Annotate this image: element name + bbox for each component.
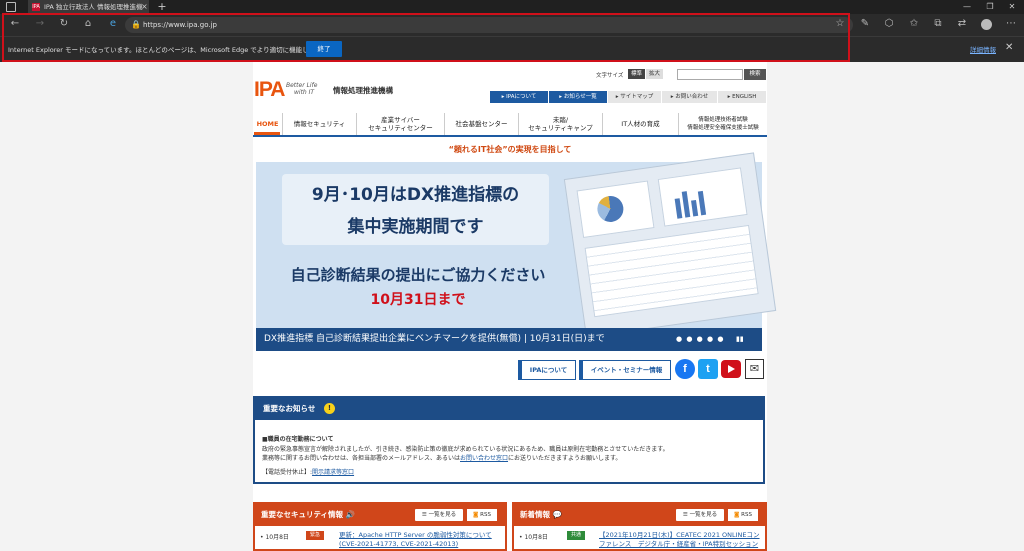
- notice-line-3: 【電話受付休止】:開示請求等窓口: [262, 469, 355, 476]
- close-ie-bar-icon[interactable]: ✕: [1005, 42, 1013, 53]
- rss-icon: ◙: [734, 512, 740, 518]
- highlight-annotation: [2, 13, 850, 62]
- news-item-link[interactable]: 【2021年10月21日(木)】CEATEC 2021 ONLINEコン ファレン…: [599, 531, 760, 549]
- gnav-social[interactable]: 社会基盤センター: [444, 113, 518, 135]
- extension-icon[interactable]: ⬡: [882, 17, 896, 31]
- new-tab-button[interactable]: +: [155, 0, 169, 14]
- site-tagline: “頼れるIT社会”の実現を目指して: [448, 145, 572, 154]
- hero-title-line-1: 9月･10月はDX推進指標の: [311, 185, 520, 205]
- news-rss-button[interactable]: ◙ RSS: [728, 509, 758, 521]
- minimize-icon[interactable]: —: [956, 0, 978, 14]
- carousel-pause-icon[interactable]: ▮▮: [736, 329, 744, 350]
- mail-newsletter-icon[interactable]: ✉: [745, 359, 764, 379]
- collections-icon[interactable]: ⧉: [931, 17, 945, 31]
- font-standard-button[interactable]: 標準: [628, 69, 645, 79]
- gnav-underline: [253, 135, 767, 137]
- rss-icon: ◙: [473, 512, 479, 518]
- gnav-hr[interactable]: IT人材の育成: [602, 113, 678, 135]
- browser-tab[interactable]: IPA IPA 独立行政法人 情報処理推進機: [28, 0, 149, 14]
- close-tab-icon[interactable]: ×: [141, 0, 148, 14]
- font-large-button[interactable]: 拡大: [646, 69, 663, 79]
- facebook-icon[interactable]: f: [675, 359, 695, 379]
- contact-window-link[interactable]: お問い合わせ窓口: [460, 455, 508, 462]
- chat-icon: 💬: [552, 510, 562, 519]
- gnav-exam[interactable]: 情報処理技術者試験 情報処理安全確保支援士試験: [678, 113, 767, 135]
- utility-nav-contact[interactable]: ▸ お問い合わせ: [662, 91, 717, 103]
- more-menu-icon[interactable]: ⋯: [1004, 17, 1018, 31]
- about-ipa-button[interactable]: IPAについて: [518, 360, 576, 380]
- twitter-icon[interactable]: t: [698, 359, 718, 379]
- profile-avatar[interactable]: [981, 19, 992, 30]
- news-list-button[interactable]: ☰ 一覧を見る: [676, 509, 724, 521]
- dashboard-illustration: [563, 152, 777, 338]
- utility-nav-about[interactable]: ▸ IPAについて: [490, 91, 548, 103]
- pen-icon[interactable]: ✎: [858, 17, 872, 31]
- carousel-dots[interactable]: ● ● ● ● ●: [676, 329, 724, 350]
- favorites-icon[interactable]: ✩: [907, 17, 921, 31]
- speaker-icon: 🔊: [345, 510, 356, 519]
- utility-nav-news[interactable]: ▸ お知らせ一覧: [549, 91, 607, 103]
- news-item-date: • 10月8日: [519, 534, 548, 541]
- notice-line-2: 業務等に関するお問い合わせは、各担当部署のメールアドレス、あるいはお問い合わせ窓…: [262, 455, 622, 462]
- home-active-indicator: [254, 132, 280, 135]
- security-list-button[interactable]: ☰ 一覧を見る: [415, 509, 463, 521]
- font-size-label: 文字サイズ: [596, 73, 624, 79]
- close-window-icon[interactable]: ✕: [1001, 0, 1023, 14]
- notice-title: ■職員の在宅勤務について: [262, 436, 334, 443]
- security-item-link[interactable]: 更新：Apache HTTP Server の脆弱性対策について (CVE-202…: [339, 531, 492, 549]
- ipa-logo[interactable]: IPA: [254, 78, 285, 102]
- gnav-future[interactable]: 未踏/セキュリティキャンプ: [518, 113, 602, 135]
- gnav-cyber[interactable]: 産業サイバー セキュリティセンター: [356, 113, 444, 135]
- org-name: 情報処理推進機構: [333, 86, 393, 95]
- logo-tagline: Better Life with IT: [286, 82, 318, 96]
- security-item-date: • 10月8日: [260, 534, 289, 541]
- tab-actions-icon[interactable]: [6, 2, 16, 12]
- youtube-icon[interactable]: [721, 360, 741, 378]
- alert-icon: !: [324, 403, 335, 414]
- events-seminars-button[interactable]: イベント・セミナー情報: [579, 360, 671, 380]
- utility-nav-sitemap[interactable]: ▸ サイトマップ: [608, 91, 661, 103]
- common-badge: 共通: [567, 531, 585, 540]
- site-search-input[interactable]: [677, 69, 743, 80]
- tab-title: IPA 独立行政法人 情報処理推進機: [44, 3, 143, 11]
- disclosure-request-link[interactable]: 開示請求等窓口: [312, 469, 354, 476]
- hero-subtitle: 自己診断結果の提出にご協力ください: [290, 266, 546, 284]
- security-rss-button[interactable]: ◙ RSS: [467, 509, 497, 521]
- utility-nav-english[interactable]: ▸ ENGLISH: [718, 91, 766, 103]
- maximize-icon[interactable]: ❐: [979, 0, 1001, 14]
- urgent-badge: 緊急: [306, 531, 324, 540]
- ipa-favicon-icon: IPA: [32, 3, 40, 11]
- browser-title-bar: [0, 0, 1024, 14]
- notice-line-1: 政府の緊急事態宣言が解除されましたが、引き続き、感染防止策の徹底が求められている…: [262, 446, 669, 453]
- ie-more-info-link[interactable]: 詳細情報: [970, 44, 996, 54]
- hero-deadline: 10月31日まで: [370, 292, 466, 308]
- site-search-button[interactable]: 検索: [744, 69, 766, 80]
- sync-icon[interactable]: ⇄: [955, 17, 969, 31]
- gnav-security[interactable]: 情報セキュリティ: [282, 113, 356, 135]
- hero-title-line-2: 集中実施期間です: [347, 217, 484, 237]
